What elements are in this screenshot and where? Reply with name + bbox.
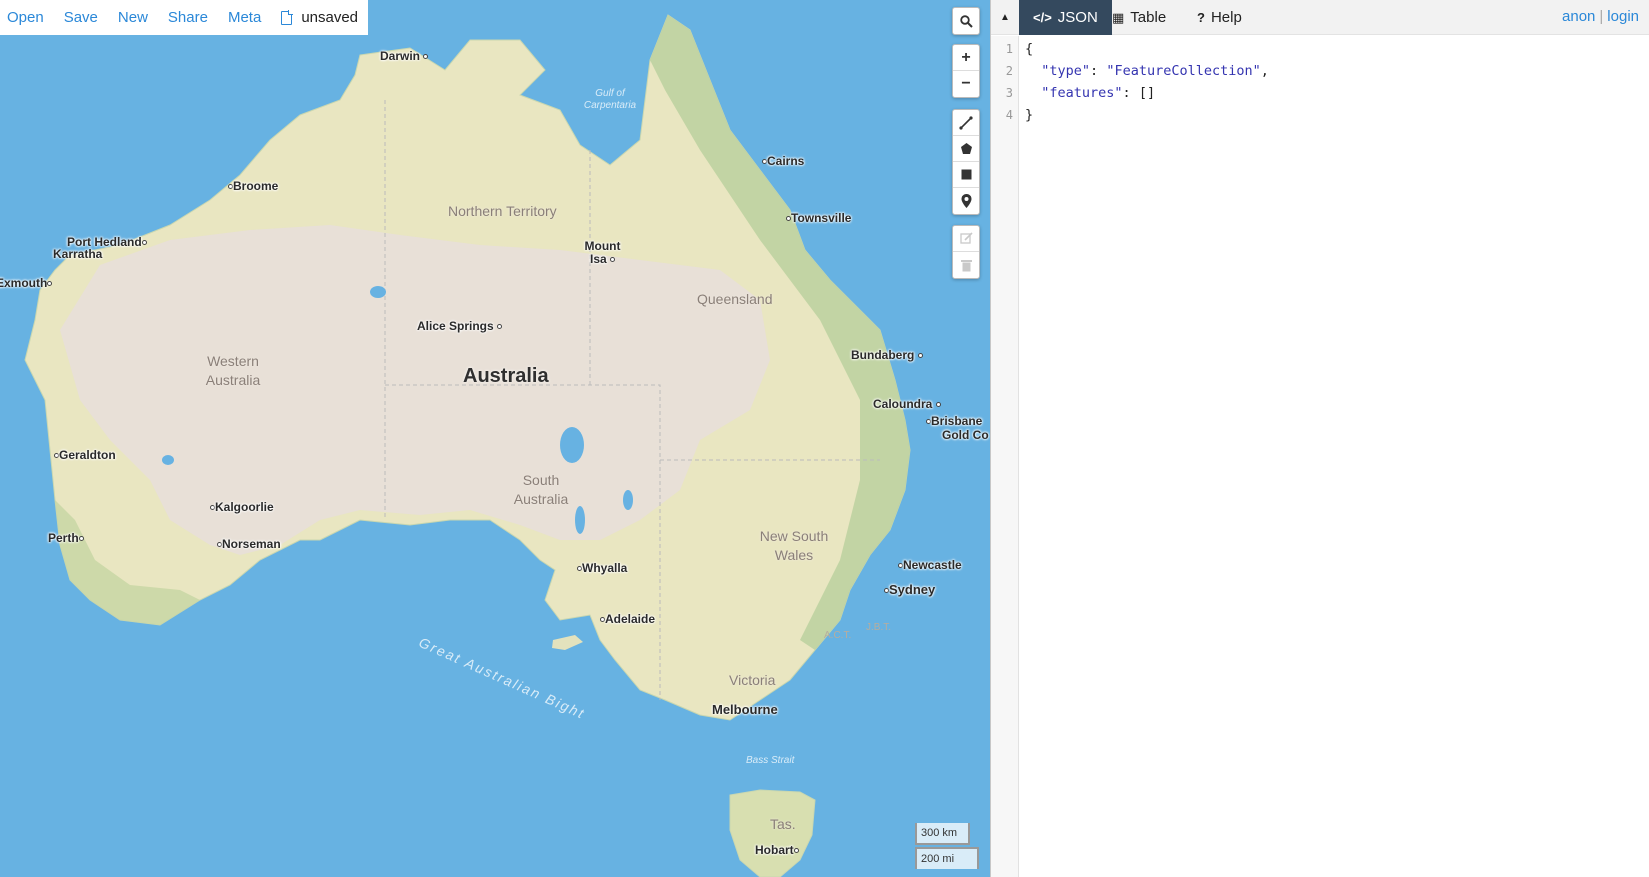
- region-new-south-wales: New South Wales: [759, 528, 829, 563]
- json-key-type: "type": [1041, 63, 1091, 79]
- map[interactable]: Northern Territory Queensland Western Au…: [0, 0, 990, 877]
- search-icon: [959, 14, 973, 28]
- marker-icon: [961, 194, 971, 208]
- save-button[interactable]: Save: [64, 9, 98, 26]
- trash-icon: [960, 259, 972, 271]
- region-northern-territory: Northern Territory: [448, 203, 557, 219]
- json-value-type: "FeatureCollection": [1106, 63, 1261, 79]
- region-queensland: Queensland: [697, 291, 773, 307]
- act-label: A.C.T.: [824, 630, 852, 641]
- json-value-features: []: [1138, 85, 1156, 101]
- polygon-icon: [960, 143, 972, 154]
- city-whyalla: Whyalla: [577, 562, 627, 575]
- zoom-control: + −: [952, 44, 980, 98]
- city-geraldton: Geraldton: [54, 449, 116, 462]
- draw-marker-button[interactable]: [953, 188, 979, 214]
- collapse-panel-button[interactable]: ▲: [991, 0, 1019, 35]
- share-button[interactable]: Share: [168, 9, 208, 26]
- line-number: 4: [1005, 108, 1013, 122]
- city-perth: Perth: [48, 532, 84, 545]
- city-darwin: Darwin: [380, 50, 429, 63]
- zoom-in-button[interactable]: +: [953, 45, 979, 71]
- city-kalgoorlie: Kalgoorlie: [210, 501, 274, 514]
- tab-json-label: JSON: [1057, 9, 1098, 26]
- draw-rectangle-button[interactable]: [953, 162, 979, 188]
- question-icon: ?: [1197, 10, 1205, 25]
- city-cairns: Cairns: [762, 155, 804, 168]
- table-icon: ▦: [1112, 9, 1125, 25]
- region-western-australia: Western Australia: [205, 353, 261, 388]
- city-broome: Broome: [228, 180, 278, 193]
- user-links: anon | login: [1562, 8, 1639, 25]
- tab-table-label: Table: [1130, 9, 1167, 26]
- australia-landmass: [24, 14, 911, 877]
- city-brisbane: Brisbane: [926, 415, 982, 428]
- city-caloundra: Caloundra: [873, 398, 941, 411]
- meta-button[interactable]: Meta: [228, 9, 261, 26]
- region-tasmania: Tas.: [770, 816, 796, 832]
- document-icon: [281, 10, 293, 25]
- region-victoria: Victoria: [729, 672, 776, 688]
- tab-table[interactable]: ▦ Table: [1098, 0, 1180, 35]
- city-exmouth: Exmouth: [0, 277, 53, 290]
- city-gold-coast: Gold Co: [942, 428, 989, 442]
- water-label-bass-strait: Bass Strait: [746, 755, 795, 766]
- search-control: [952, 7, 980, 35]
- jbt-label: J.B.T.: [866, 622, 892, 633]
- open-button[interactable]: Open: [7, 9, 44, 26]
- city-sydney: Sydney: [884, 583, 935, 596]
- new-button[interactable]: New: [118, 9, 148, 26]
- city-melbourne: Melbourne: [712, 702, 778, 717]
- edit-icon: [959, 232, 973, 244]
- draw-line-button[interactable]: [953, 110, 979, 136]
- draw-control: [952, 109, 980, 215]
- water-label-gulf: Gulf of Carpentaria: [583, 88, 637, 111]
- scale-metric: 300 km: [915, 823, 970, 845]
- document-status[interactable]: unsaved: [281, 9, 358, 26]
- code-icon: </>: [1033, 10, 1052, 25]
- code-line-4: }: [1025, 107, 1034, 123]
- edit-control: [952, 225, 980, 279]
- city-townsville: Townsville: [786, 212, 851, 225]
- city-hobart: Hobart: [755, 844, 799, 857]
- city-norseman: Norseman: [217, 538, 281, 551]
- city-adelaide: Adelaide: [600, 613, 655, 626]
- delete-layers-button[interactable]: [953, 252, 979, 278]
- zoom-out-button[interactable]: −: [953, 71, 979, 97]
- json-editor[interactable]: 1 2 3 4 { "type": "FeatureCollection", "…: [991, 36, 1649, 877]
- file-toolbar: Open Save New Share Meta unsaved: [0, 0, 368, 35]
- region-south-australia: South Australia: [513, 472, 569, 507]
- login-link[interactable]: login: [1607, 8, 1639, 25]
- line-number: 1: [1005, 42, 1013, 56]
- edit-layers-button[interactable]: [953, 226, 979, 252]
- scale-imperial: 200 mi: [915, 847, 979, 869]
- city-bundaberg: Bundaberg: [851, 349, 923, 362]
- editor-panel: ▲ </> JSON ▦ Table ? Help anon | login 1 2…: [990, 0, 1649, 877]
- tab-help-label: Help: [1210, 9, 1242, 26]
- code-line-2: "type": "FeatureCollection",: [1041, 63, 1269, 79]
- search-button[interactable]: [953, 8, 979, 34]
- user-anon-link[interactable]: anon: [1562, 8, 1595, 25]
- code-line-3: "features": []: [1041, 85, 1156, 101]
- city-mount-isa: Mount Isa: [584, 239, 621, 266]
- country-label: Australia: [463, 365, 549, 387]
- line-number: 3: [1005, 86, 1013, 100]
- line-number: 2: [1005, 64, 1013, 78]
- city-karratha: Karratha: [53, 247, 103, 261]
- panel-tabbar: ▲ </> JSON ▦ Table ? Help anon | login: [991, 0, 1649, 35]
- tab-help[interactable]: ? Help: [1183, 0, 1256, 35]
- draw-polygon-button[interactable]: [953, 136, 979, 162]
- city-alice-springs: Alice Springs: [417, 320, 503, 333]
- rectangle-icon: [961, 169, 971, 180]
- line-icon: [959, 115, 973, 130]
- code-line-1: {: [1025, 41, 1034, 57]
- json-key-features: "features": [1041, 85, 1123, 101]
- caret-up-icon: ▲: [1000, 12, 1010, 23]
- document-status-label: unsaved: [301, 9, 359, 26]
- line-number-gutter: 1 2 3 4: [991, 36, 1019, 877]
- city-newcastle: Newcastle: [898, 559, 962, 572]
